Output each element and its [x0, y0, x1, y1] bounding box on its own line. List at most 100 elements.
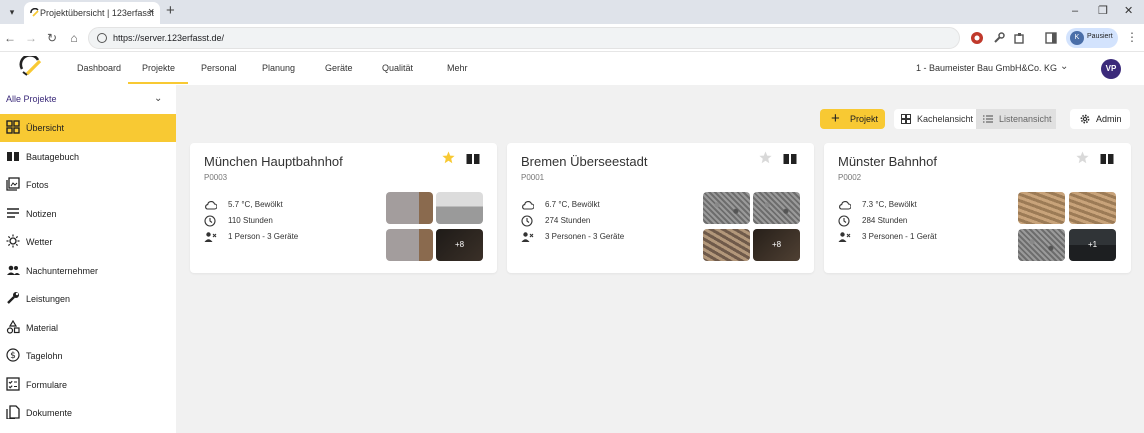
- tile-view-label: Kachelansicht: [917, 114, 974, 124]
- sidebar-item-bautagebuch[interactable]: Bautagebuch: [0, 143, 176, 171]
- more-photos-count: +8: [753, 229, 800, 261]
- browser-menu-icon[interactable]: ⋮: [1126, 30, 1138, 44]
- admin-button[interactable]: Admin: [1070, 109, 1130, 129]
- photo-thumbnail[interactable]: [386, 229, 433, 261]
- sidebar-item-formulare[interactable]: Formulare: [0, 371, 176, 399]
- window-close-icon[interactable]: ✕: [1124, 4, 1133, 18]
- list-view-button[interactable]: Listenansicht: [976, 109, 1056, 129]
- profile-button[interactable]: K Pausiert: [1066, 28, 1118, 48]
- sidebar: Alle Projekte ⌄ Übersicht Bautagebuch Fo…: [0, 85, 176, 433]
- project-code: P0002: [838, 173, 862, 182]
- home-icon[interactable]: ⌂: [66, 30, 82, 46]
- reload-icon[interactable]: ↻: [44, 30, 60, 46]
- dollar-icon: $: [6, 348, 20, 362]
- sidebar-item-leistungen[interactable]: Leistungen: [0, 285, 176, 313]
- grid-icon: [901, 114, 911, 124]
- sidebar-item-label: Dokumente: [26, 408, 73, 418]
- site-info-icon[interactable]: [97, 33, 107, 43]
- cloud-icon: [522, 201, 534, 210]
- gear-icon: [1080, 114, 1090, 124]
- project-card[interactable]: München Hauptbahnhof P0003 5.7 °C, Bewöl…: [190, 143, 497, 273]
- puzzle-icon[interactable]: [1013, 31, 1027, 45]
- project-filter[interactable]: Alle Projekte: [6, 94, 57, 104]
- hours-text: 274 Stunden: [545, 216, 591, 225]
- photo-thumbnail[interactable]: [1018, 192, 1065, 224]
- chevron-down-icon[interactable]: ⌄: [154, 93, 162, 104]
- chevron-down-icon[interactable]: ⌄: [1060, 61, 1068, 72]
- project-code: P0001: [521, 173, 545, 182]
- nav-dashboard[interactable]: Dashboard: [77, 63, 121, 73]
- sidebar-item-label: Bautagebuch: [26, 152, 80, 162]
- add-project-button[interactable]: + Projekt: [820, 109, 885, 129]
- nav-planung[interactable]: Planung: [262, 63, 295, 73]
- photo-thumbnail[interactable]: [753, 192, 800, 224]
- people-icon: [7, 265, 20, 275]
- more-photos-count: +8: [436, 229, 483, 261]
- sidebar-item-tagelohn[interactable]: $ Tagelohn: [0, 342, 176, 370]
- photo-thumbnail-more[interactable]: +8: [753, 229, 800, 261]
- star-icon[interactable]: [442, 151, 455, 164]
- extension-icon[interactable]: [970, 31, 984, 45]
- book-icon[interactable]: [466, 153, 480, 165]
- sidebar-item-wetter[interactable]: Wetter: [0, 228, 176, 256]
- nav-projekte[interactable]: Projekte: [142, 63, 175, 73]
- sidebar-item-label: Wetter: [26, 237, 53, 247]
- list-icon: [983, 115, 993, 123]
- minimize-icon[interactable]: –: [1072, 4, 1078, 18]
- sidepanel-icon[interactable]: [1044, 31, 1058, 45]
- nav-geraete[interactable]: Geräte: [325, 63, 353, 73]
- browser-tab[interactable]: Projektübersicht | 123erfasst ×: [24, 2, 160, 24]
- photo-thumbnail[interactable]: [1069, 192, 1116, 224]
- company-selector[interactable]: 1 - Baumeister Bau GmbH&Co. KG: [916, 63, 1057, 73]
- form-icon: [6, 377, 20, 391]
- sidebar-item-label: Notizen: [26, 209, 57, 219]
- shapes-icon: [6, 320, 20, 334]
- sidebar-item-fotos[interactable]: Fotos: [0, 171, 176, 199]
- tab-search-icon[interactable]: ▾: [4, 4, 20, 20]
- nav-personal[interactable]: Personal: [201, 63, 237, 73]
- project-card[interactable]: Bremen Überseestadt P0001 6.7 °C, Bewölk…: [507, 143, 814, 273]
- sun-icon: [6, 234, 20, 248]
- star-icon[interactable]: [1076, 151, 1089, 164]
- sidebar-item-notizen[interactable]: Notizen: [0, 200, 176, 228]
- new-tab-icon[interactable]: +: [166, 3, 175, 19]
- book-icon[interactable]: [1100, 153, 1114, 165]
- url-text: https://server.123erfasst.de/: [113, 33, 225, 43]
- tab-close-icon[interactable]: ×: [148, 6, 154, 18]
- photo-thumbnail[interactable]: [703, 192, 750, 224]
- list-view-label: Listenansicht: [999, 114, 1052, 124]
- photo-thumbnail[interactable]: [1018, 229, 1065, 261]
- clock-icon: [838, 215, 850, 227]
- book-icon[interactable]: [783, 153, 797, 165]
- forward-icon[interactable]: →: [23, 30, 39, 46]
- photo-thumbnail[interactable]: [703, 229, 750, 261]
- project-name: München Hauptbahnhof: [204, 154, 343, 169]
- project-code: P0003: [204, 173, 228, 182]
- photo-thumbnail-more[interactable]: +8: [436, 229, 483, 261]
- resources-text: 3 Personen - 1 Gerät: [862, 232, 937, 241]
- sidebar-item-nachunternehmer[interactable]: Nachunternehmer: [0, 257, 176, 285]
- weather-text: 5.7 °C, Bewölkt: [228, 200, 283, 209]
- restore-icon[interactable]: ❐: [1098, 4, 1108, 18]
- user-avatar[interactable]: VP: [1101, 59, 1121, 79]
- nav-qualitaet[interactable]: Qualität: [382, 63, 413, 73]
- resources-text: 3 Personen - 3 Geräte: [545, 232, 625, 241]
- sidebar-item-dokumente[interactable]: Dokumente: [0, 399, 176, 427]
- nav-mehr[interactable]: Mehr: [447, 63, 468, 73]
- photo-thumbnail[interactable]: [386, 192, 433, 224]
- tile-view-button[interactable]: Kachelansicht: [894, 109, 976, 129]
- star-icon[interactable]: [759, 151, 772, 164]
- wrench-extension-icon[interactable]: [992, 31, 1006, 45]
- project-card[interactable]: Münster Bahnhof P0002 7.3 °C, Bewölkt 28…: [824, 143, 1131, 273]
- sidebar-item-uebersicht[interactable]: Übersicht: [0, 114, 176, 142]
- address-bar[interactable]: https://server.123erfasst.de/: [88, 27, 960, 49]
- logo-icon[interactable]: [18, 56, 46, 78]
- profile-avatar: K: [1070, 31, 1084, 45]
- photo-thumbnail[interactable]: [436, 192, 483, 224]
- photo-thumbnail-more[interactable]: +1: [1069, 229, 1116, 261]
- clock-icon: [521, 215, 533, 227]
- back-icon[interactable]: ←: [2, 30, 18, 46]
- documents-icon: [6, 405, 20, 419]
- resources-text: 1 Person - 3 Geräte: [228, 232, 299, 241]
- sidebar-item-material[interactable]: Material: [0, 314, 176, 342]
